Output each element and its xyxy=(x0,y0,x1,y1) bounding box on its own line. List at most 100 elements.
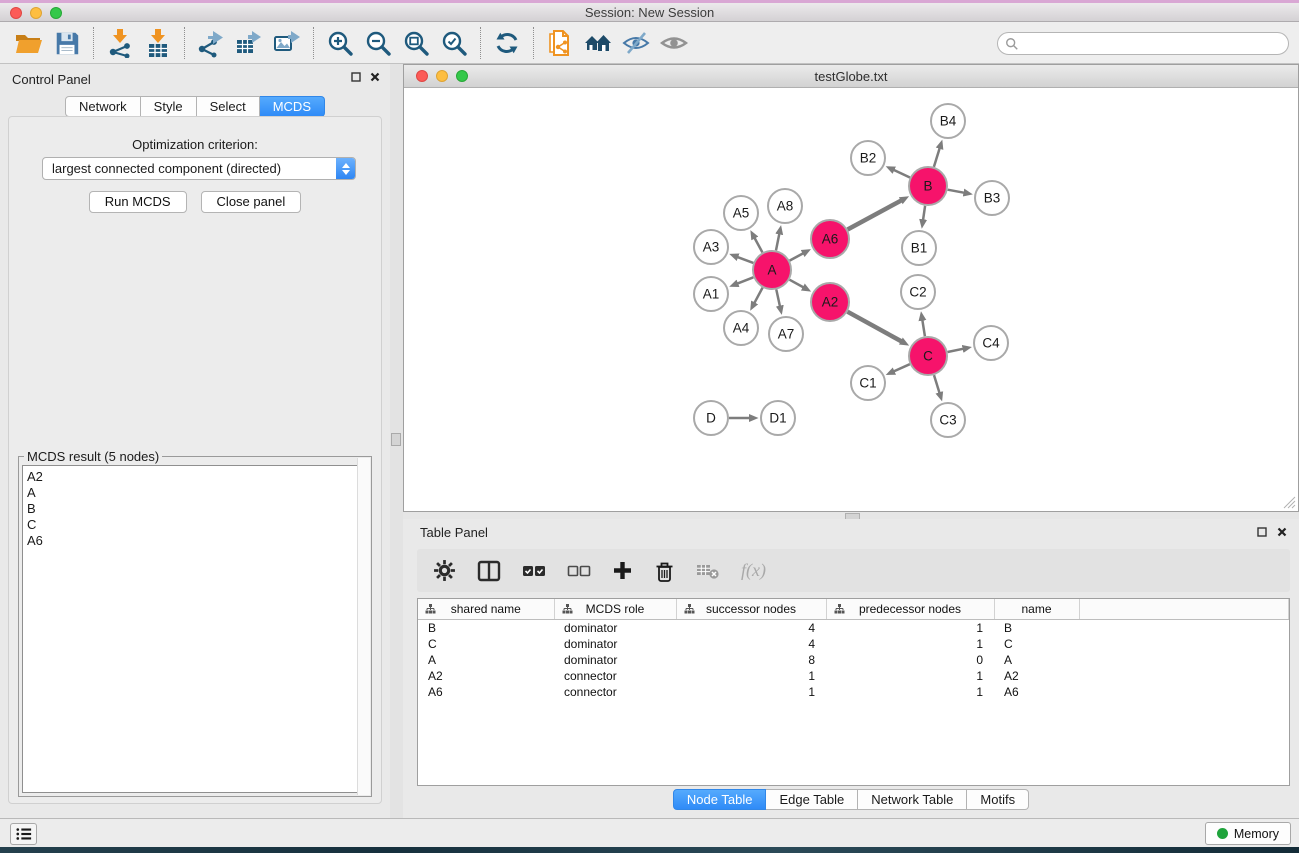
network-close-button[interactable] xyxy=(416,70,428,82)
graph-node-D[interactable]: D xyxy=(694,401,728,435)
graph-node-B2[interactable]: B2 xyxy=(851,141,885,175)
close-window-button[interactable] xyxy=(10,7,22,19)
zoom-out-button[interactable] xyxy=(359,25,397,61)
graph-node-D1[interactable]: D1 xyxy=(761,401,795,435)
minimize-window-button[interactable] xyxy=(30,7,42,19)
result-item[interactable]: A2 xyxy=(27,469,367,485)
network-zoom-button[interactable] xyxy=(456,70,468,82)
graph-node-B1[interactable]: B1 xyxy=(902,231,936,265)
table-row[interactable]: A2connector11A2 xyxy=(418,668,1289,684)
table-row[interactable]: Bdominator41B xyxy=(418,619,1289,636)
table-settings-button[interactable] xyxy=(433,559,456,582)
result-item[interactable]: B xyxy=(27,501,367,517)
select-all-button[interactable] xyxy=(522,564,546,578)
tab-node-table[interactable]: Node Table xyxy=(673,789,767,810)
zoom-selected-button[interactable] xyxy=(435,25,473,61)
add-row-button[interactable] xyxy=(612,560,633,581)
result-item[interactable]: A6 xyxy=(27,533,367,549)
graph-edge-C-C1[interactable] xyxy=(894,364,910,371)
resize-grip-icon[interactable] xyxy=(1282,495,1296,509)
search-field[interactable] xyxy=(997,32,1289,55)
table-row[interactable]: A6connector11A6 xyxy=(418,684,1289,700)
graph-edge-A6-B[interactable] xyxy=(848,200,902,229)
tab-motifs[interactable]: Motifs xyxy=(967,789,1029,810)
tab-network[interactable]: Network xyxy=(65,96,141,117)
graph-node-A1[interactable]: A1 xyxy=(694,277,728,311)
search-input[interactable] xyxy=(1019,37,1288,51)
open-session-button[interactable] xyxy=(10,25,48,61)
float-panel-icon[interactable] xyxy=(351,72,361,82)
export-table-button[interactable] xyxy=(230,25,268,61)
show-hidden-button[interactable] xyxy=(655,25,693,61)
graph-edge-C-C4[interactable] xyxy=(948,349,964,352)
close-panel-button[interactable]: Close panel xyxy=(201,191,302,213)
graph-node-C1[interactable]: C1 xyxy=(851,366,885,400)
node-table[interactable]: shared name MCDS role xyxy=(417,598,1290,786)
graph-edge-C-C3[interactable] xyxy=(934,375,940,393)
result-item[interactable]: C xyxy=(27,517,367,533)
network-canvas[interactable]: B4B2BB3B1A5A8A6A3AA1A2A4A7C2CC4C1C3DD1 xyxy=(404,89,1298,511)
vertical-splitter[interactable] xyxy=(390,64,403,818)
graph-edge-A-A4[interactable] xyxy=(754,288,762,304)
graph-edge-A-A6[interactable] xyxy=(790,253,804,261)
home-view-button[interactable] xyxy=(579,25,617,61)
hide-selected-button[interactable] xyxy=(617,25,655,61)
table-row[interactable]: Cdominator41C xyxy=(418,636,1289,652)
graph-edge-A-A8[interactable] xyxy=(776,233,779,250)
delete-row-button[interactable] xyxy=(654,560,675,582)
tab-select[interactable]: Select xyxy=(197,96,260,117)
graph-edge-A2-C[interactable] xyxy=(848,312,902,342)
network-window-titlebar[interactable]: testGlobe.txt xyxy=(404,65,1298,88)
delete-table-button[interactable] xyxy=(696,562,720,580)
task-history-button[interactable] xyxy=(10,823,37,845)
graph-node-C4[interactable]: C4 xyxy=(974,326,1008,360)
graph-edge-A-A5[interactable] xyxy=(754,238,762,253)
graph-edge-B-B2[interactable] xyxy=(893,170,910,178)
criterion-select[interactable]: largest connected component (directed) xyxy=(42,157,356,180)
graph-node-B4[interactable]: B4 xyxy=(931,104,965,138)
graph-node-B3[interactable]: B3 xyxy=(975,181,1009,215)
import-network-button[interactable] xyxy=(101,25,139,61)
graph-node-C[interactable]: C xyxy=(909,337,947,375)
zoom-fit-button[interactable] xyxy=(397,25,435,61)
splitter-handle[interactable] xyxy=(391,433,401,446)
graph-node-A5[interactable]: A5 xyxy=(724,196,758,230)
graph-edge-B-B1[interactable] xyxy=(923,206,925,221)
tab-style[interactable]: Style xyxy=(141,96,197,117)
graph-edge-A-A7[interactable] xyxy=(776,290,780,307)
graph-node-C2[interactable]: C2 xyxy=(901,275,935,309)
graph-edge-B-B4[interactable] xyxy=(934,148,940,167)
import-table-button[interactable] xyxy=(139,25,177,61)
column-header-shared-name[interactable]: shared name xyxy=(418,599,554,619)
table-row[interactable]: Adominator80A xyxy=(418,652,1289,668)
export-network-button[interactable] xyxy=(192,25,230,61)
float-table-panel-icon[interactable] xyxy=(1257,527,1267,537)
function-builder-button[interactable]: f(x) xyxy=(741,560,766,581)
tab-network-table[interactable]: Network Table xyxy=(858,789,967,810)
toggle-columns-button[interactable] xyxy=(477,560,501,582)
column-header-mcds-role[interactable]: MCDS role xyxy=(554,599,676,619)
run-mcds-button[interactable]: Run MCDS xyxy=(89,191,187,213)
column-header-name[interactable]: name xyxy=(994,599,1079,619)
graph-edge-A-A3[interactable] xyxy=(737,257,753,263)
graph-node-A8[interactable]: A8 xyxy=(768,189,802,223)
memory-button[interactable]: Memory xyxy=(1205,822,1291,845)
zoom-in-button[interactable] xyxy=(321,25,359,61)
graph-edge-C-C2[interactable] xyxy=(922,320,925,337)
graph-edge-A-A2[interactable] xyxy=(790,280,804,288)
graph-edge-B-B3[interactable] xyxy=(948,190,965,193)
new-network-from-selection-button[interactable] xyxy=(541,25,579,61)
graph-node-A6[interactable]: A6 xyxy=(811,220,849,258)
result-item[interactable]: A xyxy=(27,485,367,501)
tab-mcds[interactable]: MCDS xyxy=(260,96,325,117)
tab-edge-table[interactable]: Edge Table xyxy=(766,789,858,810)
graph-node-C3[interactable]: C3 xyxy=(931,403,965,437)
graph-node-A[interactable]: A xyxy=(753,251,791,289)
network-minimize-button[interactable] xyxy=(436,70,448,82)
zoom-window-button[interactable] xyxy=(50,7,62,19)
deselect-all-button[interactable] xyxy=(567,564,591,578)
save-session-button[interactable] xyxy=(48,25,86,61)
graph-edge-A-A1[interactable] xyxy=(737,277,753,283)
column-header-predecessor-nodes[interactable]: predecessor nodes xyxy=(826,599,994,619)
graph-node-A7[interactable]: A7 xyxy=(769,317,803,351)
